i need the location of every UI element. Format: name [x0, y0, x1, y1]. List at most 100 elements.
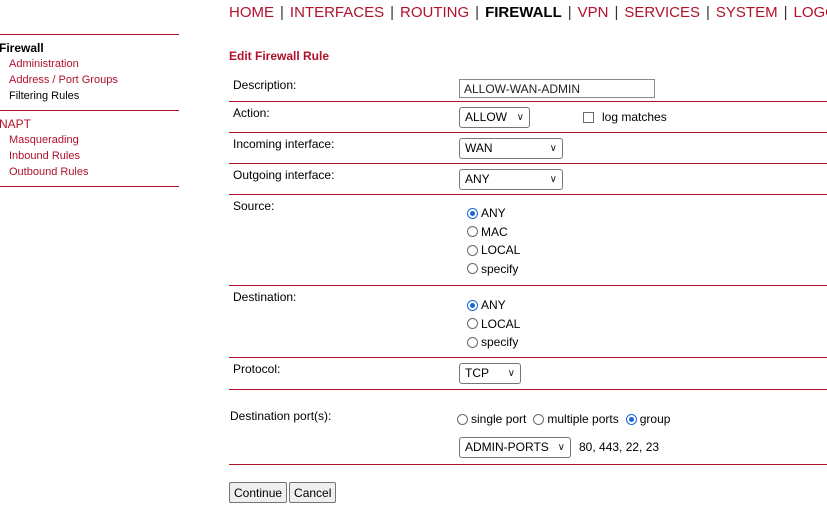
- destination-ports-row: Destination port(s): single port multipl…: [229, 390, 827, 465]
- destination-option-any[interactable]: ANY: [467, 296, 520, 315]
- nav-services[interactable]: SERVICES: [624, 4, 700, 21]
- incoming-interface-value: WAN: [465, 141, 493, 155]
- page-title: Edit Firewall Rule: [229, 49, 330, 63]
- ports-option-label: multiple ports: [547, 412, 619, 427]
- nav-separator: |: [475, 4, 480, 21]
- incoming-interface-row: Incoming interface: WAN ∨: [229, 133, 827, 164]
- sidebar: Firewall Administration Address / Port G…: [0, 34, 179, 187]
- destination-option-label: LOCAL: [481, 316, 521, 331]
- destination-option-label: specify: [481, 335, 519, 350]
- nav-logout[interactable]: LOGOUT: [793, 4, 827, 21]
- radio-icon[interactable]: [533, 413, 545, 425]
- continue-button[interactable]: Continue: [229, 482, 288, 503]
- source-option-label: specify: [481, 261, 519, 276]
- destination-option-specify[interactable]: specify: [467, 333, 520, 352]
- destination-radio-group: ANY LOCAL specify: [467, 296, 520, 352]
- radio-icon[interactable]: [467, 318, 478, 330]
- description-input[interactable]: [459, 79, 655, 98]
- sidebar-item-outbound-rules[interactable]: Outbound Rules: [0, 164, 179, 180]
- nav-separator: |: [567, 4, 572, 21]
- destination-label: Destination:: [233, 290, 297, 304]
- chevron-down-icon: ∨: [549, 143, 557, 154]
- chevron-down-icon: ∨: [557, 441, 565, 453]
- sidebar-group-firewall: Firewall Administration Address / Port G…: [0, 35, 179, 110]
- nav-vpn[interactable]: VPN: [578, 4, 609, 21]
- source-option-label: LOCAL: [481, 243, 521, 258]
- sidebar-item-masquerading[interactable]: Masquerading: [0, 132, 179, 148]
- source-row: Source: ANY MAC LOCAL specify: [229, 195, 827, 286]
- sidebar-item-inbound-rules[interactable]: Inbound Rules: [0, 148, 179, 164]
- nav-separator: |: [783, 4, 788, 21]
- nav-routing[interactable]: ROUTING: [400, 4, 469, 21]
- outgoing-interface-row: Outgoing interface: ANY ∨: [229, 164, 827, 195]
- top-nav: HOME | INTERFACES | ROUTING | FIREWALL | VPN | SER…: [229, 4, 827, 21]
- ports-radio-group: single port multiple ports group ADMIN-P…: [457, 410, 827, 458]
- description-label: Description:: [233, 78, 297, 92]
- outgoing-interface-label: Outgoing interface:: [233, 168, 335, 182]
- ports-option-group[interactable]: group: [625, 410, 671, 429]
- ports-option-single[interactable]: single port: [457, 410, 526, 429]
- port-group-ports: 80, 443, 22, 23: [579, 440, 660, 454]
- source-option-label: MAC: [481, 224, 508, 239]
- destination-row: Destination: ANY LOCAL specify: [229, 286, 827, 358]
- form-actions: Continue Cancel: [229, 482, 827, 503]
- ports-option-multiple[interactable]: multiple ports: [533, 410, 619, 429]
- log-matches-option[interactable]: log matches: [583, 110, 667, 124]
- incoming-interface-label: Incoming interface:: [233, 137, 335, 151]
- destination-option-local[interactable]: LOCAL: [467, 315, 520, 334]
- nav-home[interactable]: HOME: [229, 4, 274, 21]
- incoming-interface-select[interactable]: WAN ∨: [459, 138, 563, 159]
- source-option-mac[interactable]: MAC: [467, 223, 520, 242]
- source-option-label: ANY: [481, 206, 506, 221]
- radio-icon[interactable]: [467, 263, 478, 275]
- sidebar-group-title: Firewall: [0, 41, 44, 55]
- nav-system[interactable]: SYSTEM: [716, 4, 778, 21]
- radio-icon[interactable]: [457, 413, 468, 425]
- port-group-select[interactable]: ADMIN-PORTS ∨: [459, 436, 571, 458]
- cancel-button[interactable]: Cancel: [289, 482, 337, 503]
- radio-icon[interactable]: [467, 244, 478, 256]
- nav-separator: |: [390, 4, 394, 21]
- radio-selected-icon[interactable]: [467, 299, 478, 311]
- destination-ports-label: Destination port(s):: [230, 409, 332, 423]
- nav-firewall[interactable]: FIREWALL: [485, 4, 562, 21]
- action-label: Action:: [233, 106, 270, 120]
- action-select[interactable]: ALLOW ∨: [459, 107, 530, 128]
- sidebar-group-title[interactable]: NAPT: [0, 117, 179, 132]
- radio-selected-icon[interactable]: [467, 207, 478, 219]
- source-radio-group: ANY MAC LOCAL specify: [467, 204, 520, 278]
- action-select-value: ALLOW: [465, 110, 508, 124]
- description-row: Description:: [229, 74, 827, 102]
- nav-separator: |: [614, 4, 619, 21]
- destination-option-label: ANY: [481, 298, 506, 313]
- log-matches-checkbox[interactable]: [583, 111, 594, 123]
- ports-option-label: group: [639, 412, 671, 427]
- radio-icon[interactable]: [467, 336, 478, 348]
- nav-separator: |: [705, 4, 710, 21]
- nav-separator: |: [280, 4, 284, 21]
- radio-selected-icon[interactable]: [625, 413, 637, 425]
- sidebar-divider: [0, 186, 179, 187]
- source-option-specify[interactable]: specify: [467, 260, 520, 279]
- source-label: Source:: [233, 199, 275, 213]
- chevron-down-icon: ∨: [507, 368, 515, 379]
- protocol-row: Protocol: TCP ∨: [229, 358, 827, 390]
- source-option-any[interactable]: ANY: [467, 204, 520, 223]
- outgoing-interface-select[interactable]: ANY ∨: [459, 169, 563, 190]
- radio-icon[interactable]: [467, 226, 478, 238]
- nav-interfaces[interactable]: INTERFACES: [290, 4, 384, 21]
- sidebar-item-address-port-groups[interactable]: Address / Port Groups: [0, 72, 179, 88]
- port-group-value: ADMIN-PORTS: [465, 439, 549, 454]
- action-row: Action: ALLOW ∨ log matches: [229, 102, 827, 133]
- sidebar-item-filtering-rules[interactable]: Filtering Rules: [0, 88, 179, 104]
- chevron-down-icon: ∨: [516, 112, 524, 123]
- protocol-label: Protocol:: [233, 362, 281, 376]
- edit-rule-form: Edit Firewall Rule Description: Action: …: [229, 48, 827, 503]
- outgoing-interface-value: ANY: [465, 172, 490, 186]
- sidebar-item-administration[interactable]: Administration: [0, 56, 179, 72]
- protocol-select[interactable]: TCP ∨: [459, 363, 521, 384]
- protocol-value: TCP: [465, 366, 489, 380]
- source-option-local[interactable]: LOCAL: [467, 241, 520, 260]
- log-matches-label: log matches: [602, 110, 667, 124]
- ports-option-label: single port: [471, 412, 527, 427]
